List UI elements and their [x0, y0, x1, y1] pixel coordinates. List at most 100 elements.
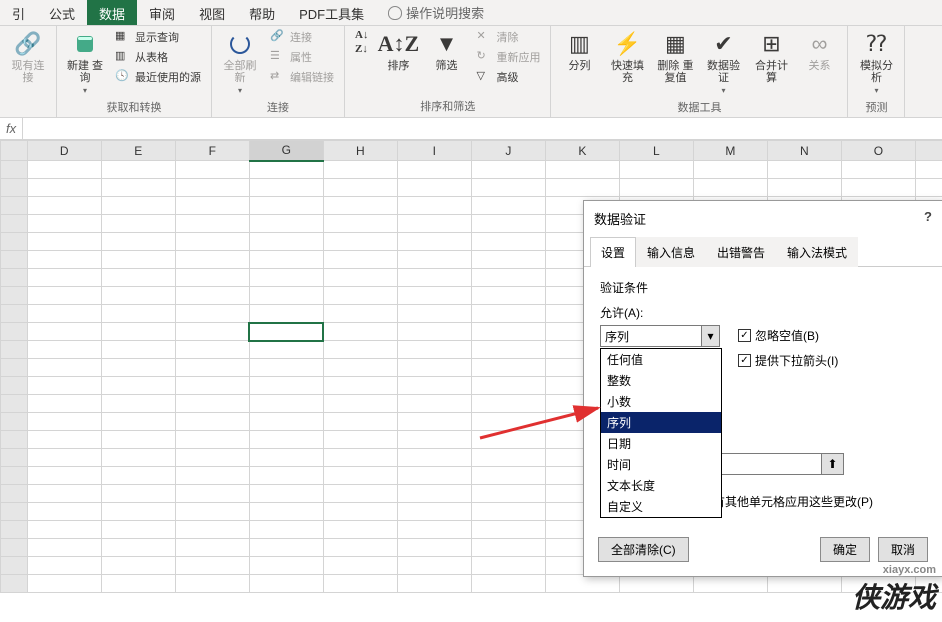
cell[interactable] — [175, 413, 249, 431]
connections-button[interactable]: 🔗连接 — [266, 28, 338, 46]
option-date[interactable]: 日期 — [601, 433, 721, 454]
option-any[interactable]: 任何值 — [601, 349, 721, 370]
cell[interactable] — [471, 521, 545, 539]
row-header[interactable] — [1, 215, 28, 233]
cell[interactable] — [101, 197, 175, 215]
cell[interactable] — [27, 251, 101, 269]
cell[interactable] — [323, 377, 397, 395]
column-header[interactable]: D — [27, 141, 101, 161]
cell[interactable] — [249, 377, 323, 395]
cell[interactable] — [471, 377, 545, 395]
option-time[interactable]: 时间 — [601, 454, 721, 475]
tab-settings[interactable]: 设置 — [590, 237, 636, 267]
cell[interactable] — [27, 233, 101, 251]
cell[interactable] — [249, 287, 323, 305]
cell[interactable] — [545, 179, 619, 197]
cell[interactable] — [471, 485, 545, 503]
fx-icon[interactable]: fx — [0, 118, 23, 139]
cell[interactable] — [175, 233, 249, 251]
cell[interactable] — [471, 323, 545, 341]
show-queries-button[interactable]: ▦显示查询 — [111, 28, 205, 46]
cell[interactable] — [397, 449, 471, 467]
cell[interactable] — [323, 323, 397, 341]
cell[interactable] — [471, 269, 545, 287]
option-textlen[interactable]: 文本长度 — [601, 475, 721, 496]
cell[interactable] — [323, 503, 397, 521]
cell[interactable] — [471, 341, 545, 359]
cell[interactable] — [175, 341, 249, 359]
allow-combobox[interactable]: 序列 ▾ 任何值 整数 小数 序列 日期 时间 文本长度 自定义 — [600, 325, 720, 347]
tab-partial[interactable]: 引 — [0, 0, 37, 25]
cell[interactable] — [471, 503, 545, 521]
row-header[interactable] — [1, 269, 28, 287]
cell[interactable] — [249, 323, 323, 341]
cell[interactable] — [27, 305, 101, 323]
row-header[interactable] — [1, 557, 28, 575]
from-table-button[interactable]: ▥从表格 — [111, 48, 205, 66]
cell[interactable] — [915, 575, 942, 593]
cell[interactable] — [27, 269, 101, 287]
recent-sources-button[interactable]: 🕓最近使用的源 — [111, 68, 205, 86]
cell[interactable] — [27, 287, 101, 305]
row-header[interactable] — [1, 575, 28, 593]
cell[interactable] — [27, 503, 101, 521]
row-header[interactable] — [1, 467, 28, 485]
consolidate-button[interactable]: ⊞ 合并计算 — [749, 28, 793, 86]
cell[interactable] — [323, 413, 397, 431]
cell[interactable] — [767, 575, 841, 593]
cell[interactable] — [249, 215, 323, 233]
cell[interactable] — [249, 539, 323, 557]
cell[interactable] — [101, 251, 175, 269]
cell[interactable] — [249, 575, 323, 593]
cell[interactable] — [397, 215, 471, 233]
cell[interactable] — [323, 521, 397, 539]
cell[interactable] — [471, 251, 545, 269]
option-list[interactable]: 序列 — [601, 412, 721, 433]
cell[interactable] — [101, 341, 175, 359]
cell[interactable] — [323, 395, 397, 413]
cell[interactable] — [27, 521, 101, 539]
select-all-corner[interactable] — [1, 141, 28, 161]
column-header[interactable]: H — [323, 141, 397, 161]
column-header[interactable]: O — [841, 141, 915, 161]
cell[interactable] — [101, 539, 175, 557]
cell[interactable] — [175, 521, 249, 539]
ok-button[interactable]: 确定 — [820, 537, 870, 562]
cell[interactable] — [101, 323, 175, 341]
cell[interactable] — [101, 485, 175, 503]
cell[interactable] — [101, 395, 175, 413]
row-header[interactable] — [1, 233, 28, 251]
cell[interactable] — [101, 431, 175, 449]
cell[interactable] — [101, 503, 175, 521]
sort-asc-button[interactable]: A↓ — [351, 28, 372, 42]
cell[interactable] — [323, 161, 397, 179]
new-query-button[interactable]: 新建 查询 ▾ — [63, 28, 107, 97]
tell-me[interactable]: 操作说明搜索 — [376, 0, 496, 25]
cell[interactable] — [841, 179, 915, 197]
column-header[interactable]: K — [545, 141, 619, 161]
cell[interactable] — [101, 413, 175, 431]
cell[interactable] — [619, 179, 693, 197]
cell[interactable] — [249, 341, 323, 359]
cell[interactable] — [323, 215, 397, 233]
cell[interactable] — [471, 467, 545, 485]
cell[interactable] — [27, 539, 101, 557]
tab-help[interactable]: 帮助 — [237, 0, 287, 25]
cell[interactable] — [397, 539, 471, 557]
cell[interactable] — [27, 179, 101, 197]
cell[interactable] — [175, 449, 249, 467]
cell[interactable] — [323, 269, 397, 287]
cell[interactable] — [397, 557, 471, 575]
advanced-filter-button[interactable]: ▽高级 — [472, 68, 544, 86]
row-header[interactable] — [1, 485, 28, 503]
cell[interactable] — [175, 359, 249, 377]
cell[interactable] — [397, 377, 471, 395]
cell[interactable] — [249, 197, 323, 215]
row-header[interactable] — [1, 521, 28, 539]
cell[interactable] — [27, 413, 101, 431]
existing-connections-button[interactable]: 🔗 现有连接 — [6, 28, 50, 86]
cell[interactable] — [471, 161, 545, 179]
cell[interactable] — [471, 305, 545, 323]
cell[interactable] — [249, 449, 323, 467]
cell[interactable] — [101, 287, 175, 305]
